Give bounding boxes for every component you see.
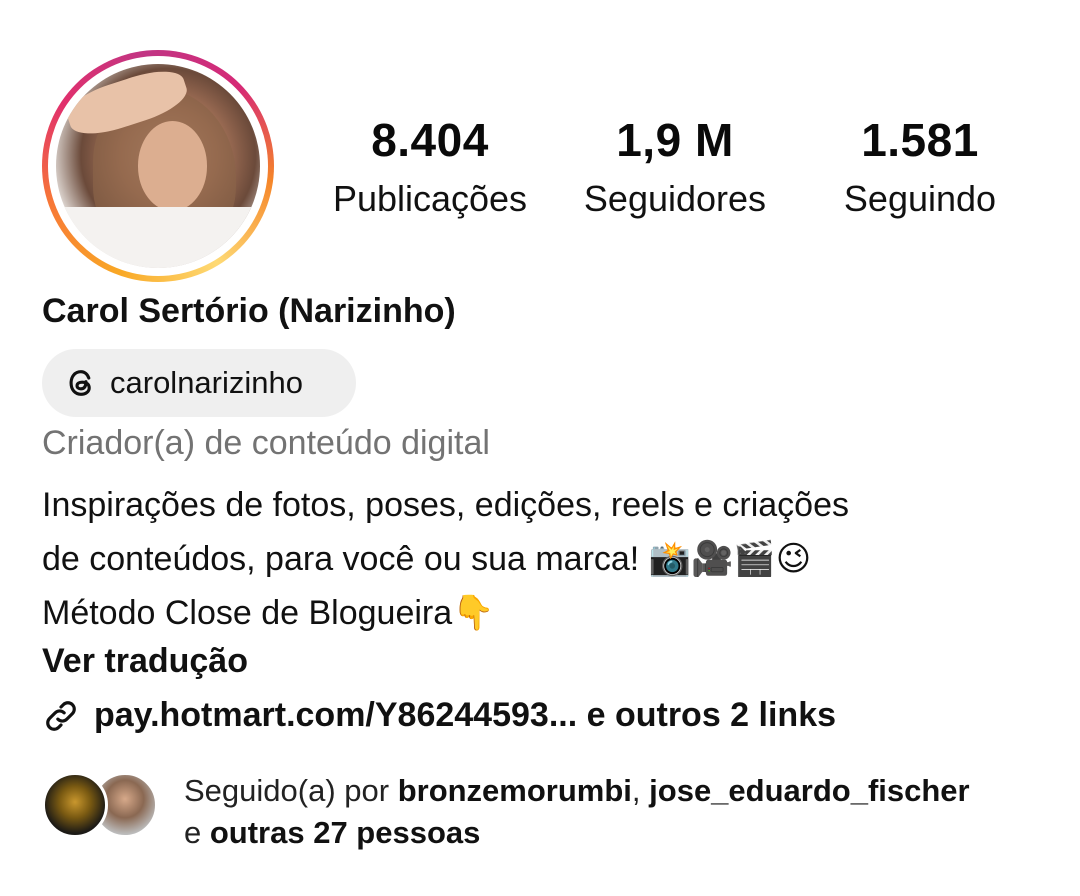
profile-link-text: pay.hotmart.com/Y86244593... e outros 2 … xyxy=(94,696,837,734)
mutual-avatar xyxy=(42,772,108,838)
see-translation-button[interactable]: Ver tradução xyxy=(42,642,248,681)
threads-badge[interactable]: carolnarizinho xyxy=(42,349,356,417)
bio-line-3-text: Método Close de Blogueira xyxy=(42,594,453,632)
profile-link[interactable]: pay.hotmart.com/Y86244593... e outros 2 … xyxy=(42,696,836,735)
threads-handle: carolnarizinho xyxy=(110,365,303,400)
bio-line-1: Inspirações de fotos, poses, edições, re… xyxy=(42,486,849,524)
bio-line-3-emoji: 👇 xyxy=(452,593,495,633)
stat-following[interactable]: 1.581 Seguindo xyxy=(815,112,1025,224)
mutual-others[interactable]: outras 27 pessoas xyxy=(210,815,481,850)
profile-bio: Inspirações de fotos, poses, edições, re… xyxy=(42,478,1042,640)
threads-icon xyxy=(69,370,91,396)
bio-line-3: Método Close de Blogueira👇 xyxy=(42,586,1042,640)
stat-following-value: 1.581 xyxy=(861,114,979,166)
stat-followers-label: Seguidores xyxy=(583,178,767,219)
profile-category: Criador(a) de conteúdo digital xyxy=(42,424,490,462)
stat-posts-value: 8.404 xyxy=(371,114,489,166)
stat-following-label: Seguindo xyxy=(843,178,997,219)
followed-and: e xyxy=(184,815,210,850)
profile-avatar[interactable] xyxy=(56,64,260,268)
mutual-user-1[interactable]: bronzemorumbi xyxy=(398,773,632,808)
bio-line-2-text: de conteúdos, para você ou sua marca! xyxy=(42,540,649,578)
profile-avatar-ring[interactable] xyxy=(42,50,274,282)
avatar-face xyxy=(137,121,207,211)
profile-name: Carol Sertório (Narizinho) xyxy=(42,292,456,330)
link-icon xyxy=(46,700,76,731)
followed-by-text: Seguido(a) por bronzemorumbi, jose_eduar… xyxy=(184,770,1054,854)
profile-stats: 8.404 Publicações 1,9 M Seguidores 1.581… xyxy=(310,112,1030,232)
stat-followers[interactable]: 1,9 M Seguidores xyxy=(570,112,780,224)
followed-sep: , xyxy=(631,773,650,808)
avatar-gap xyxy=(48,56,268,276)
stat-followers-value: 1,9 M xyxy=(616,114,734,166)
mutual-user-2[interactable]: jose_eduardo_fischer xyxy=(649,773,969,808)
followed-prefix: Seguido(a) por xyxy=(184,773,398,808)
stat-posts-label: Publicações xyxy=(332,178,528,219)
avatar-shirt xyxy=(56,206,260,268)
stat-posts[interactable]: 8.404 Publicações xyxy=(320,112,540,224)
bio-line-2: de conteúdos, para você ou sua marca! 📸🎥… xyxy=(42,532,1042,586)
bio-line-2-emoji: 📸🎥🎬😉 xyxy=(648,539,812,579)
mutual-avatars xyxy=(42,772,162,840)
